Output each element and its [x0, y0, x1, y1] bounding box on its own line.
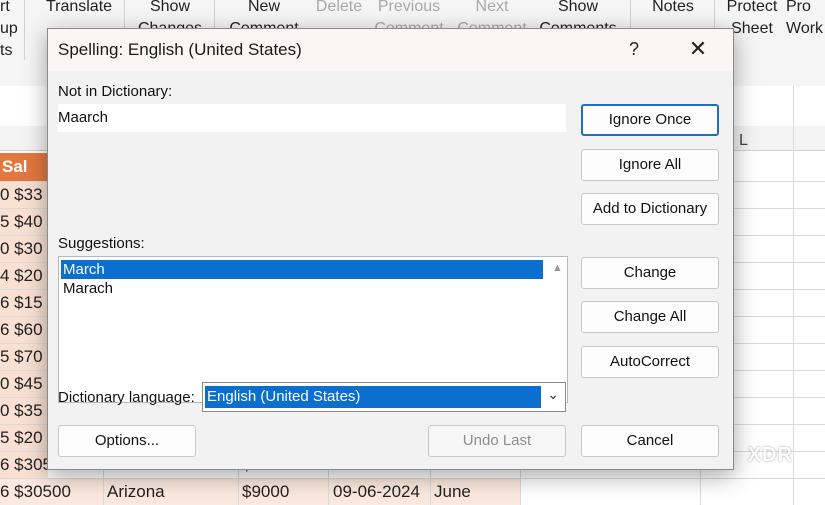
- ribbon-translate-button[interactable]: Translate: [40, 0, 118, 18]
- close-icon[interactable]: ✕: [684, 35, 712, 63]
- cancel-button[interactable]: Cancel: [581, 425, 719, 457]
- add-to-dictionary-button[interactable]: Add to Dictionary: [581, 193, 719, 225]
- spelling-dialog: Spelling: English (United States) ? ✕ No…: [47, 28, 734, 470]
- table-cell[interactable]: $9000: [242, 482, 289, 502]
- dialog-titlebar[interactable]: Spelling: English (United States) ? ✕: [48, 29, 733, 71]
- undo-last-button[interactable]: Undo Last: [428, 425, 566, 457]
- table-cell[interactable]: 6 $30500: [0, 482, 71, 502]
- suggestions-scrollbar[interactable]: ▲ ▼: [547, 257, 567, 402]
- sales-column-header[interactable]: Sal: [0, 153, 50, 181]
- not-in-dictionary-label: Not in Dictionary:: [58, 83, 173, 100]
- ribbon-item-partial[interactable]: rt up ts: [0, 0, 18, 62]
- dialog-title: Spelling: English (United States): [58, 40, 302, 59]
- ribbon-separator: [24, 0, 25, 60]
- table-cell[interactable]: 4 $20: [0, 266, 43, 286]
- dictionary-language-label: Dictionary language:: [58, 389, 195, 406]
- ribbon-protect-workbook-button[interactable]: Pro Work: [786, 0, 825, 40]
- suggestions-list[interactable]: March Marach ▲ ▼: [58, 256, 568, 403]
- grid-line: [0, 478, 825, 479]
- table-cell[interactable]: 0 $33: [0, 185, 43, 205]
- table-cell[interactable]: 0 $30: [0, 239, 43, 259]
- ignore-all-button[interactable]: Ignore All: [581, 149, 719, 181]
- not-in-dictionary-value: Maarch: [58, 109, 109, 126]
- table-cell[interactable]: 5 $70: [0, 347, 43, 367]
- change-button[interactable]: Change: [581, 257, 719, 289]
- ribbon-delete-button[interactable]: Delete: [310, 0, 368, 18]
- table-cell[interactable]: 5 $20: [0, 428, 43, 448]
- help-button[interactable]: ?: [621, 36, 647, 62]
- suggestions-label: Suggestions:: [58, 235, 145, 252]
- not-in-dictionary-field[interactable]: Maarch: [58, 104, 566, 132]
- table-cell[interactable]: 0 $35: [0, 401, 43, 421]
- change-all-button[interactable]: Change All: [581, 301, 719, 333]
- chevron-down-icon[interactable]: ⌄: [547, 386, 559, 403]
- table-cell[interactable]: 6 $15: [0, 293, 43, 313]
- dictionary-language-select[interactable]: English (United States) ⌄: [202, 382, 566, 412]
- column-header-L[interactable]: L: [739, 132, 748, 150]
- dictionary-language-value: English (United States): [205, 386, 541, 408]
- table-cell[interactable]: 09-06-2024: [333, 482, 420, 502]
- scroll-up-icon[interactable]: ▲: [552, 262, 563, 274]
- ignore-once-button[interactable]: Ignore Once: [581, 104, 719, 136]
- autocorrect-button[interactable]: AutoCorrect: [581, 346, 719, 378]
- table-cell[interactable]: 0 $45: [0, 374, 43, 394]
- table-cell[interactable]: Arizona: [107, 482, 165, 502]
- table-cell[interactable]: June: [434, 482, 471, 502]
- grid-line: [793, 86, 794, 505]
- list-item-selected[interactable]: March: [61, 260, 543, 279]
- xdr-watermark-logo: XDR: [747, 444, 793, 466]
- table-cell[interactable]: 6 $60: [0, 320, 43, 340]
- table-cell[interactable]: 5 $40: [0, 212, 43, 232]
- options-button[interactable]: Options...: [58, 425, 196, 457]
- list-item[interactable]: Marach: [61, 279, 543, 298]
